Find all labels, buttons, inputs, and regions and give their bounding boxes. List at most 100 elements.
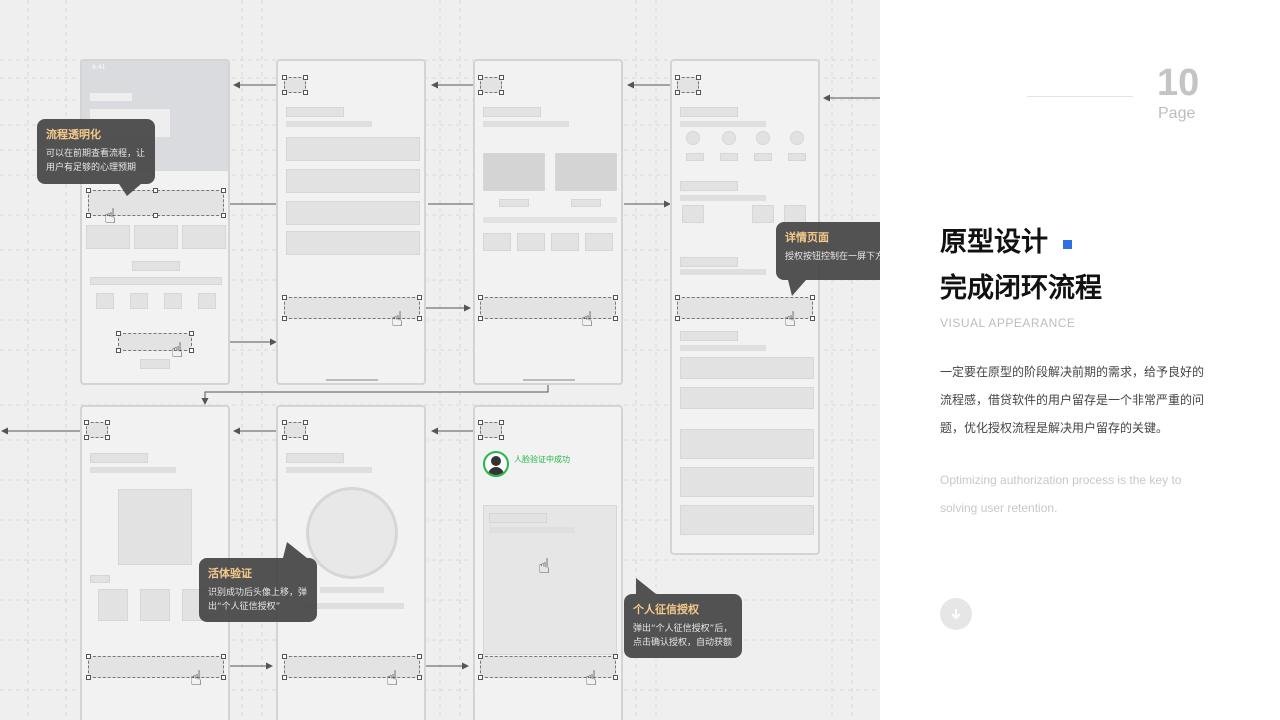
text-block [680, 107, 738, 117]
icon-block [164, 293, 182, 309]
scroll-down-button[interactable] [940, 598, 972, 630]
tap-hand-icon: ☝ [386, 666, 399, 690]
icon-block [130, 293, 148, 309]
text-block [680, 331, 738, 341]
face-verify-status: 人脸验证中成功 [514, 455, 570, 464]
callout-credit-authorization: 个人征信授权 弹出“个人征信授权”后，点击确认授权，自动获额 [624, 578, 742, 658]
status-time: 9:41 [92, 64, 106, 71]
text-block [286, 453, 344, 463]
thumb-block [98, 589, 128, 621]
option-block [585, 233, 613, 251]
home-indicator [523, 379, 575, 381]
image-block [483, 153, 545, 191]
heading-line-2: 完成闭环流程 [940, 273, 1102, 304]
icon-circle [686, 131, 700, 145]
list-card [680, 357, 814, 379]
text-line [680, 269, 766, 275]
info-panel: 10 Page 原型设计 完成闭环流程 VISUAL APPEARANCE 一定… [880, 0, 1280, 720]
text-block [286, 107, 344, 117]
prototype-canvas: 9:41 ☝ ☝ ☝ ☝ ☝ ☝ ☝ 人脸验证中成功 ☝ ☝ 流程透明化 可以在… [0, 0, 880, 720]
text-block [489, 513, 547, 523]
callout-process-transparency: 流程透明化 可以在前期查看流程，让用户有足够的心理预期 [37, 119, 155, 196]
description: 一定要在原型的阶段解决前期的需求，给予良好的流程感，借贷软件的用户留存是一个非常… [940, 365, 1205, 435]
text-block [499, 199, 529, 207]
tap-hand-icon: ☝ [104, 204, 117, 228]
text-block [788, 153, 806, 161]
tap-hand-icon: ☝ [585, 666, 598, 690]
card-image-block [118, 489, 192, 565]
text-block [720, 153, 738, 161]
callout-title: 流程透明化 [46, 128, 101, 141]
text-line [483, 121, 569, 127]
accent-square [1063, 240, 1072, 249]
list-card [680, 467, 814, 497]
face-scan-circle [306, 487, 398, 579]
text-block [132, 261, 180, 271]
page-number: 10 [1157, 62, 1200, 104]
text-block [571, 199, 601, 207]
banner-title-block [90, 93, 132, 101]
icon-block [96, 293, 114, 309]
selection-box [675, 75, 701, 95]
icon-circle [790, 131, 804, 145]
image-block [182, 225, 226, 249]
list-card [680, 505, 814, 535]
image-block [134, 225, 178, 249]
image-block [555, 153, 617, 191]
text-block [680, 181, 738, 191]
wireframe-phone-form [276, 59, 426, 385]
swipe-hand-icon: ☝ [538, 554, 551, 578]
text-line [680, 195, 766, 201]
image-block [682, 205, 704, 223]
option-block [517, 233, 545, 251]
text-line [286, 467, 372, 473]
callout-title: 详情页面 [785, 231, 829, 244]
text-line [90, 467, 176, 473]
selection-box [478, 75, 504, 95]
selection-box [478, 295, 618, 321]
callout-detail-page: 详情页面 授权按钮控制在一屏下方 [776, 222, 880, 296]
text-line [320, 587, 384, 593]
tap-hand-icon: ☝ [190, 666, 203, 690]
image-block [784, 205, 806, 223]
tap-hand-icon: ☝ [391, 307, 404, 331]
option-block [551, 233, 579, 251]
text-block [483, 107, 541, 117]
text-line [286, 121, 372, 127]
list-card [680, 387, 814, 409]
text-block [90, 575, 110, 583]
tap-hand-icon: ☝ [171, 338, 184, 362]
list-card [680, 429, 814, 459]
thumb-block [140, 589, 170, 621]
subtitle: VISUAL APPEARANCE [940, 316, 1076, 330]
selection-box [86, 654, 226, 680]
callout-title: 活体验证 [208, 567, 252, 580]
text-block [680, 257, 738, 267]
page-divider [1027, 96, 1133, 97]
home-indicator [326, 379, 378, 381]
text-line [680, 121, 766, 127]
tap-hand-icon: ☝ [784, 307, 797, 331]
page-label: Page [1158, 105, 1196, 122]
text-block [90, 453, 148, 463]
icon-block [198, 293, 216, 309]
icon-circle [722, 131, 736, 145]
text-block [754, 153, 772, 161]
heading-line-1: 原型设计 [940, 227, 1048, 258]
selection-box [282, 654, 422, 680]
form-row [286, 231, 420, 255]
text-line [483, 217, 617, 223]
selection-box [84, 420, 110, 440]
text-line [680, 345, 766, 351]
avatar-icon [483, 451, 509, 477]
callout-title: 个人征信授权 [633, 603, 699, 616]
wireframe-phone-upload [473, 59, 623, 385]
callout-body: 可以在前期查看流程，让用户有足够的心理预期 [46, 149, 146, 173]
selection-box [282, 420, 308, 440]
selection-box [478, 420, 504, 440]
slide: 9:41 ☝ ☝ ☝ ☝ ☝ ☝ ☝ 人脸验证中成功 ☝ ☝ 流程透明化 可以在… [0, 0, 1280, 720]
image-block [752, 205, 774, 223]
tap-hand-icon: ☝ [581, 307, 594, 331]
form-row [286, 169, 420, 193]
text-line [489, 527, 575, 533]
